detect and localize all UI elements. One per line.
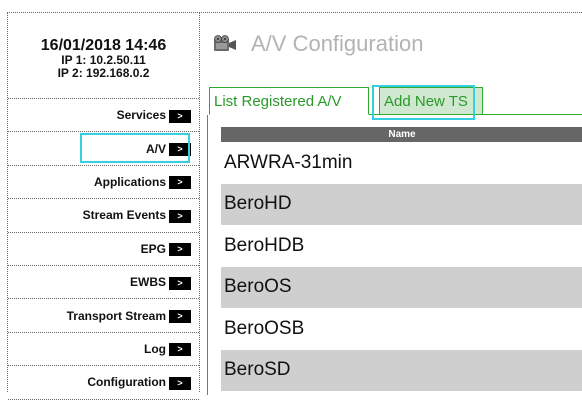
sidebar-item-label: Stream Events bbox=[82, 208, 166, 223]
sidebar-item-label: A/V bbox=[145, 141, 166, 156]
tab-bar: List Registered A/V Add New TS bbox=[209, 85, 582, 120]
table-row[interactable]: BeroOS bbox=[221, 266, 582, 308]
arrow-button-applications[interactable]: > bbox=[169, 176, 191, 190]
sidebar-item-configuration[interactable]: Configuration > bbox=[8, 366, 199, 400]
sidebar-item-label: Services bbox=[116, 108, 166, 123]
tab-list-registered-av[interactable]: List Registered A/V bbox=[209, 87, 369, 115]
arrow-button-av[interactable]: > bbox=[169, 143, 191, 157]
table-row[interactable]: BeroOSB bbox=[221, 308, 582, 350]
sidebar-item-ewbs[interactable]: EWBS > bbox=[8, 266, 199, 300]
arrow-button-services[interactable]: > bbox=[169, 109, 191, 123]
av-table: Name ARWRA-31min BeroHD BeroHDB BeroOS B… bbox=[221, 127, 582, 391]
sidebar-item-applications[interactable]: Applications > bbox=[8, 166, 199, 200]
sidebar-item-epg[interactable]: EPG > bbox=[8, 233, 199, 266]
arrow-button-log[interactable]: > bbox=[169, 343, 191, 357]
sidebar-item-label: EWBS bbox=[130, 275, 166, 290]
tab-add-new-ts[interactable]: Add New TS bbox=[379, 87, 483, 115]
table-body: ARWRA-31min BeroHD BeroHDB BeroOS BeroOS… bbox=[221, 142, 582, 391]
sidebar-item-av[interactable]: A/V > bbox=[8, 132, 199, 166]
sidebar-item-transport-stream[interactable]: Transport Stream > bbox=[8, 299, 199, 333]
film-reel-icon bbox=[213, 35, 237, 53]
arrow-button-epg[interactable]: > bbox=[169, 243, 191, 257]
arrow-button-ewbs[interactable]: > bbox=[169, 276, 191, 290]
sidebar-item-label: Applications bbox=[93, 174, 166, 189]
table-row[interactable]: BeroHD bbox=[221, 183, 582, 225]
page-title: A/V Configuration bbox=[251, 31, 424, 56]
arrow-button-transport-stream[interactable]: > bbox=[169, 310, 191, 324]
main-content: A/V Configuration List Registered A/V Ad… bbox=[201, 12, 582, 395]
table-row[interactable]: BeroSD bbox=[221, 349, 582, 391]
sidebar-item-label: EPG bbox=[140, 241, 166, 256]
table-header-name: Name bbox=[221, 127, 582, 142]
panel-border bbox=[207, 115, 208, 395]
sidebar-item-label: Configuration bbox=[87, 375, 166, 390]
sidebar-item-services[interactable]: Services > bbox=[8, 99, 199, 133]
arrow-button-stream-events[interactable]: > bbox=[169, 209, 191, 223]
sidebar-item-stream-events[interactable]: Stream Events > bbox=[8, 199, 199, 233]
datetime-text: 16/01/2018 14:46 bbox=[40, 37, 167, 54]
table-row[interactable]: ARWRA-31min bbox=[221, 142, 582, 184]
sidebar-item-label: Log bbox=[144, 341, 166, 356]
sidebar-item-log[interactable]: Log > bbox=[8, 333, 199, 367]
status-panel: 16/01/2018 14:46 IP 1: 10.2.50.11 IP 2: … bbox=[8, 13, 199, 99]
page-header: A/V Configuration bbox=[213, 31, 423, 57]
sidebar-item-label: Transport Stream bbox=[66, 308, 166, 323]
sidebar: 16/01/2018 14:46 IP 1: 10.2.50.11 IP 2: … bbox=[7, 12, 200, 400]
ip2-text: IP 2: 192.168.0.2 bbox=[57, 66, 150, 80]
arrow-button-configuration[interactable]: > bbox=[169, 376, 191, 390]
table-row[interactable]: BeroHDB bbox=[221, 225, 582, 267]
